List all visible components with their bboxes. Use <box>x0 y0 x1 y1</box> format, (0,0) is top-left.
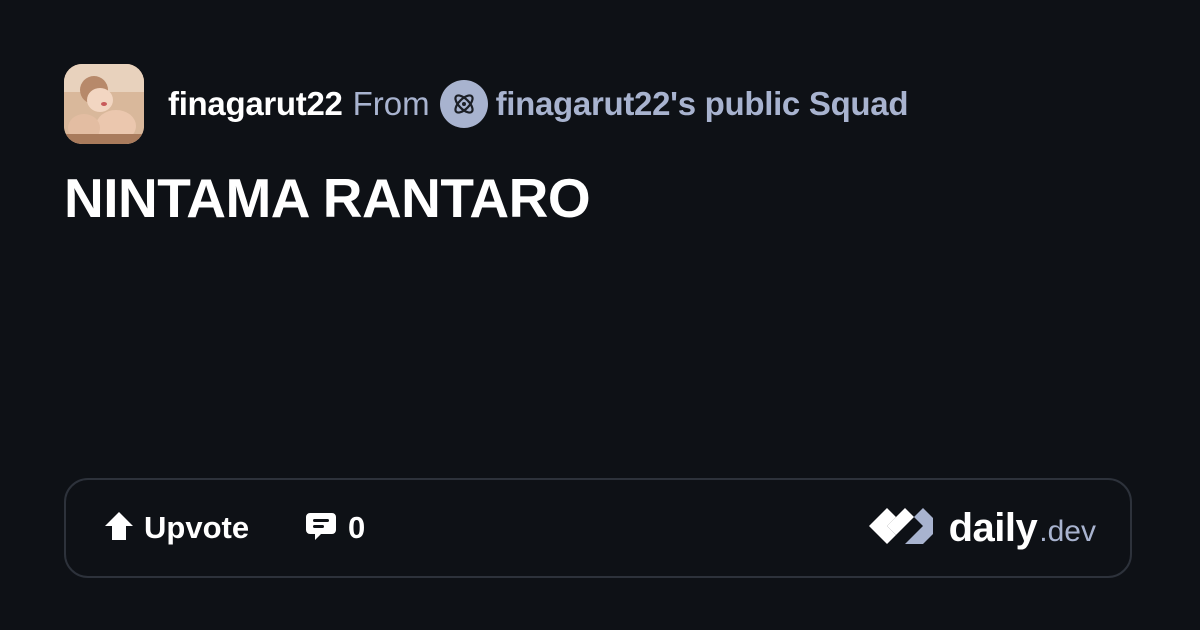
upvote-arrow-icon <box>102 509 136 548</box>
daily-dev-logo-icon <box>865 505 937 552</box>
daily-dev-brand[interactable]: daily .dev <box>865 480 1096 576</box>
from-label: From <box>352 85 430 122</box>
upvote-button[interactable]: Upvote <box>102 480 249 576</box>
author-avatar[interactable] <box>64 64 144 144</box>
post-title[interactable]: NINTAMA RANTARO <box>64 166 591 230</box>
brand-suffix: .dev <box>1039 515 1096 548</box>
squad-icon[interactable] <box>439 80 488 128</box>
comments-button[interactable]: 0 <box>304 480 365 576</box>
squad-name[interactable]: finagarut22's public Squad <box>496 85 909 123</box>
comment-count: 0 <box>348 510 366 545</box>
upvote-label: Upvote <box>144 510 250 545</box>
author-name[interactable]: finagarut22 <box>168 85 343 123</box>
comment-bubble-icon <box>304 509 338 548</box>
post-header: finagarut22 From finagarut22's public Sq… <box>64 64 909 144</box>
action-bar: Upvote 0 daily .dev <box>64 478 1132 578</box>
brand-name: daily <box>948 505 1038 550</box>
